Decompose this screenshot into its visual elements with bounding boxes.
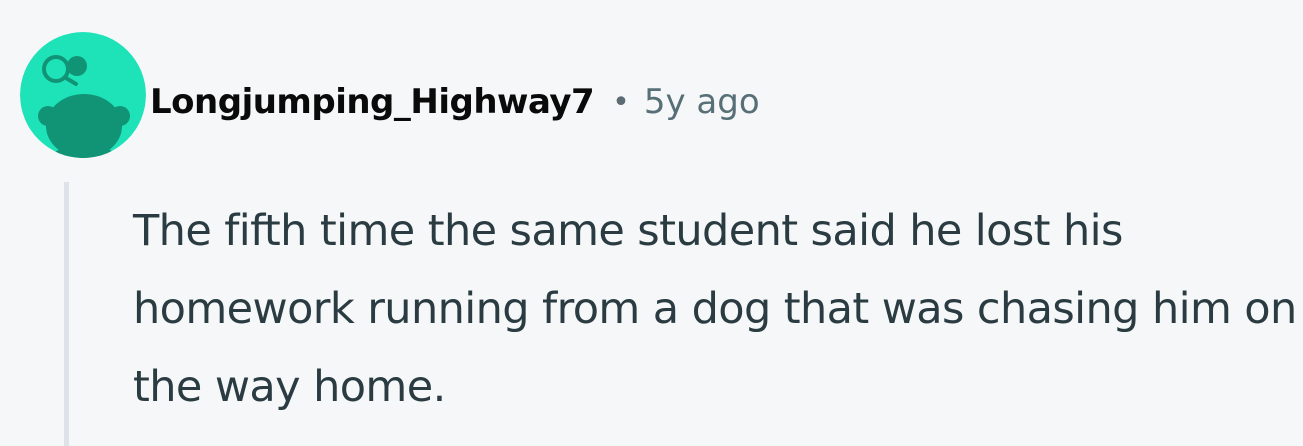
comment: Longjumping_Highway7 • 5y ago The fifth … (0, 0, 1303, 446)
avatar[interactable] (20, 32, 146, 158)
comment-timestamp[interactable]: 5y ago (644, 82, 760, 122)
comment-meta: Longjumping_Highway7 • 5y ago (150, 74, 760, 130)
meta-separator: • (612, 84, 630, 120)
thread-line[interactable] (64, 182, 69, 446)
reddit-snoo-icon (20, 32, 146, 158)
comment-body: The fifth time the same student said he … (133, 206, 1297, 412)
author-username[interactable]: Longjumping_Highway7 (150, 82, 595, 122)
